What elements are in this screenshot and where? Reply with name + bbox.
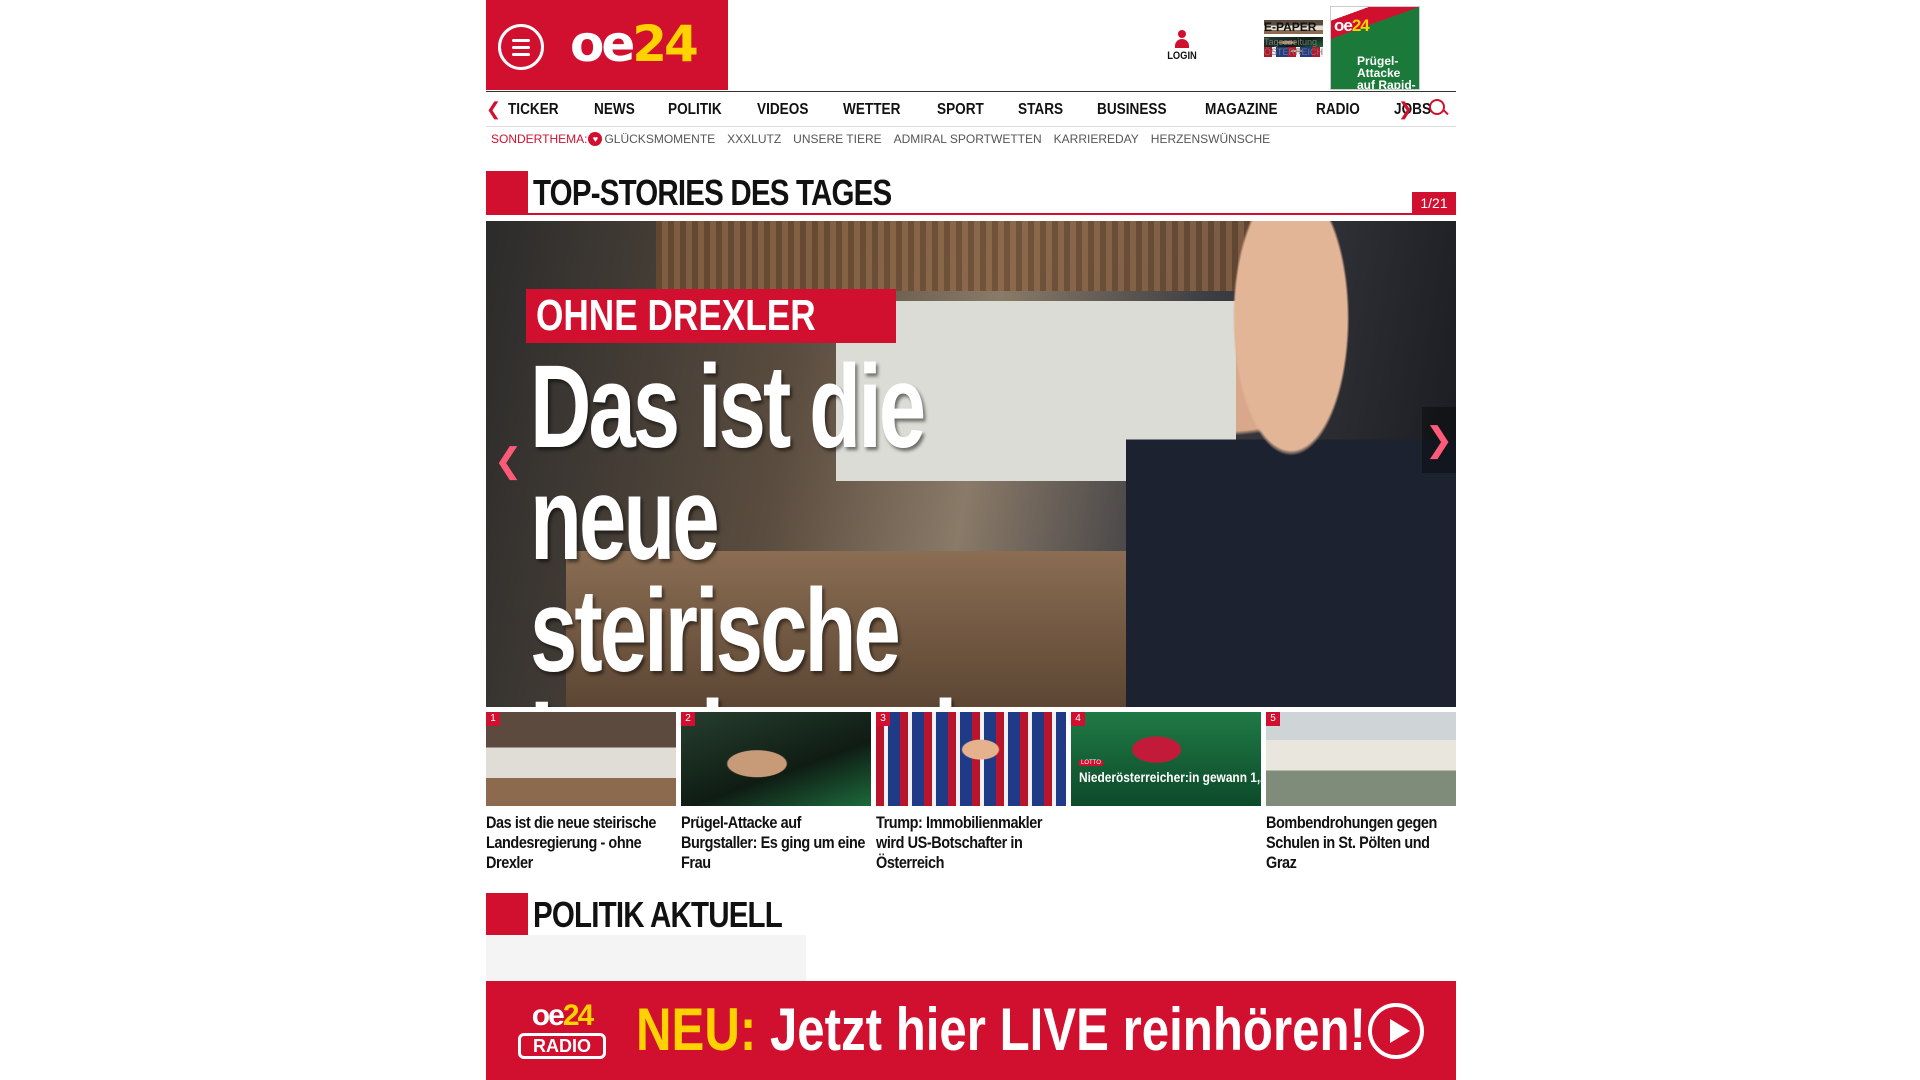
epaper-subtitle: Tageszeitung	[1264, 37, 1324, 47]
search-icon[interactable]	[1429, 99, 1449, 119]
politik-header: POLITIK AKTUELL	[486, 893, 1456, 937]
story-title[interactable]: Das ist die neue steirische Landesregier…	[486, 813, 676, 873]
nav-scroll-left-icon[interactable]: ❮	[486, 99, 501, 120]
nav-item-sport[interactable]: SPORT	[937, 101, 984, 119]
main-navigation: ❮ TICKER NEWS POLITIK VIDEOS WETTER SPORT STAR…	[486, 91, 1456, 127]
epaper-cover-thumbnail[interactable]: oe24 Prügel-Attacke auf Rapid-Star	[1330, 6, 1420, 90]
story-rank: 3	[876, 712, 890, 726]
story-rank: 4	[1071, 712, 1085, 726]
radio-logo: oe24 RADIO	[516, 1001, 608, 1059]
story-title[interactable]: Bombendrohungen gegen Schulen in St. Pöl…	[1266, 813, 1456, 873]
hero-story[interactable]: OHNE DREXLER Das ist die neue steirische…	[486, 221, 1456, 707]
special-topics-label: SONDERTHEMA:	[491, 132, 588, 146]
story-rank: 5	[1266, 712, 1280, 726]
story-thumbnails: 1 Das ist die neue steirische Landesregie…	[486, 712, 1456, 873]
special-topic-link[interactable]: UNSERE TIERE	[793, 132, 881, 146]
special-topics-bar: SONDERTHEMA: ♥ GLÜCKSMOMENTE XXXLUTZ UNSER…	[491, 130, 1282, 148]
site-header: oe24 LOGIN E-PAPER Tageszeitung ÖSTERREI…	[486, 0, 1456, 90]
epaper-cover-headline: Prügel-Attacke auf Rapid-Star	[1357, 54, 1416, 90]
play-icon[interactable]	[1368, 1003, 1424, 1059]
special-topic-link[interactable]: XXXLUTZ	[727, 132, 781, 146]
nav-item-news[interactable]: NEWS	[594, 101, 635, 119]
hamburger-menu-icon[interactable]	[498, 24, 544, 70]
special-topic-link[interactable]: HERZENSWÜNSCHE	[1151, 132, 1270, 146]
politik-story-image[interactable]	[486, 935, 1456, 981]
story-rank: 2	[681, 712, 695, 726]
section-marker	[486, 893, 528, 935]
epaper-link[interactable]: E-PAPER Tageszeitung ÖSTERREICH	[1264, 20, 1324, 57]
page: oe24 LOGIN E-PAPER Tageszeitung ÖSTERREI…	[486, 0, 1456, 1080]
nav-item-business[interactable]: BUSINESS	[1097, 101, 1167, 119]
epaper-cover-logo: oe24	[1334, 16, 1370, 35]
nav-item-radio[interactable]: RADIO	[1316, 101, 1360, 119]
hero-kicker: OHNE DREXLER	[526, 289, 896, 343]
story-card[interactable]: 1 Das ist die neue steirische Landesregie…	[486, 712, 676, 873]
hero-next-icon[interactable]: ❯	[1422, 407, 1456, 473]
nav-item-stars[interactable]: STARS	[1018, 101, 1063, 119]
section-title: POLITIK AKTUELL	[533, 894, 783, 935]
story-title[interactable]: Trump: Immobilienmakler wird US-Botschaf…	[876, 813, 1066, 873]
brand-block: oe24	[486, 0, 728, 90]
site-logo[interactable]: oe24	[570, 14, 699, 74]
epaper-publication: ÖSTERREICH	[1264, 47, 1324, 57]
story-rank: 1	[486, 712, 500, 726]
hero-headline: Das ist die neue steirische Landesregier…	[530, 341, 1179, 707]
hero-prev-icon[interactable]: ❮	[494, 441, 523, 481]
story-card[interactable]: 4 LOTTO Niederösterreicher:in gewann 1,2 M…	[1071, 712, 1261, 873]
nav-scroll-right-icon[interactable]: ❯	[1398, 99, 1413, 120]
login-button[interactable]: LOGIN	[1164, 30, 1200, 62]
nav-items: TICKER NEWS POLITIK VIDEOS WETTER SPORT STARS B…	[508, 101, 1463, 119]
slide-counter: 1/21	[1412, 192, 1456, 215]
section-marker	[486, 171, 528, 213]
hero-image-person	[1126, 221, 1456, 707]
radio-banner[interactable]: oe24 RADIO NEU: Jetzt hier LIVE reinhöre…	[486, 981, 1456, 1080]
story-thumbnail-image[interactable]: 5	[1266, 712, 1456, 806]
nav-item-videos[interactable]: VIDEOS	[757, 101, 808, 119]
special-topics-items: GLÜCKSMOMENTE XXXLUTZ UNSERE TIERE ADMIRAL …	[604, 132, 1282, 146]
nav-item-magazine[interactable]: MAGAZINE	[1205, 101, 1278, 119]
story-thumbnail-image[interactable]: 4 LOTTO Niederösterreicher:in gewann 1,2 M…	[1071, 712, 1261, 806]
radio-banner-text: NEU: Jetzt hier LIVE reinhören!	[636, 996, 1366, 1063]
nav-item-ticker[interactable]: TICKER	[508, 101, 559, 119]
special-topic-link[interactable]: ADMIRAL SPORTWETTEN	[894, 132, 1042, 146]
special-topic-link[interactable]: KARRIEREDAY	[1054, 132, 1139, 146]
user-icon	[1172, 30, 1192, 50]
special-topic-link[interactable]: GLÜCKSMOMENTE	[604, 132, 715, 146]
story-card[interactable]: 2 Prügel-Attacke auf Burgstaller: Es ging…	[681, 712, 871, 873]
nav-item-politik[interactable]: POLITIK	[668, 101, 722, 119]
epaper-title: E-PAPER	[1264, 20, 1324, 34]
story-card[interactable]: 5 Bombendrohungen gegen Schulen in St. Pö…	[1266, 712, 1456, 873]
story-card[interactable]: 3 Trump: Immobilienmakler wird US-Botscha…	[876, 712, 1066, 873]
top-stories-header: TOP-STORIES DES TAGES 1/21	[486, 171, 1456, 215]
section-title: TOP-STORIES DES TAGES	[533, 172, 892, 213]
nav-item-wetter[interactable]: WETTER	[843, 101, 900, 119]
story-thumbnail-image[interactable]: 3	[876, 712, 1066, 806]
story-title[interactable]: Prügel-Attacke auf Burgstaller: Es ging …	[681, 813, 871, 873]
story-tag: LOTTO	[1079, 760, 1103, 766]
heart-icon: ♥	[588, 132, 603, 146]
story-overlay-title: Niederösterreicher:in gewann 1,2 Million…	[1079, 769, 1261, 785]
login-label: LOGIN	[1167, 50, 1197, 62]
story-thumbnail-image[interactable]: 2	[681, 712, 871, 806]
story-thumbnail-image[interactable]: 1	[486, 712, 676, 806]
